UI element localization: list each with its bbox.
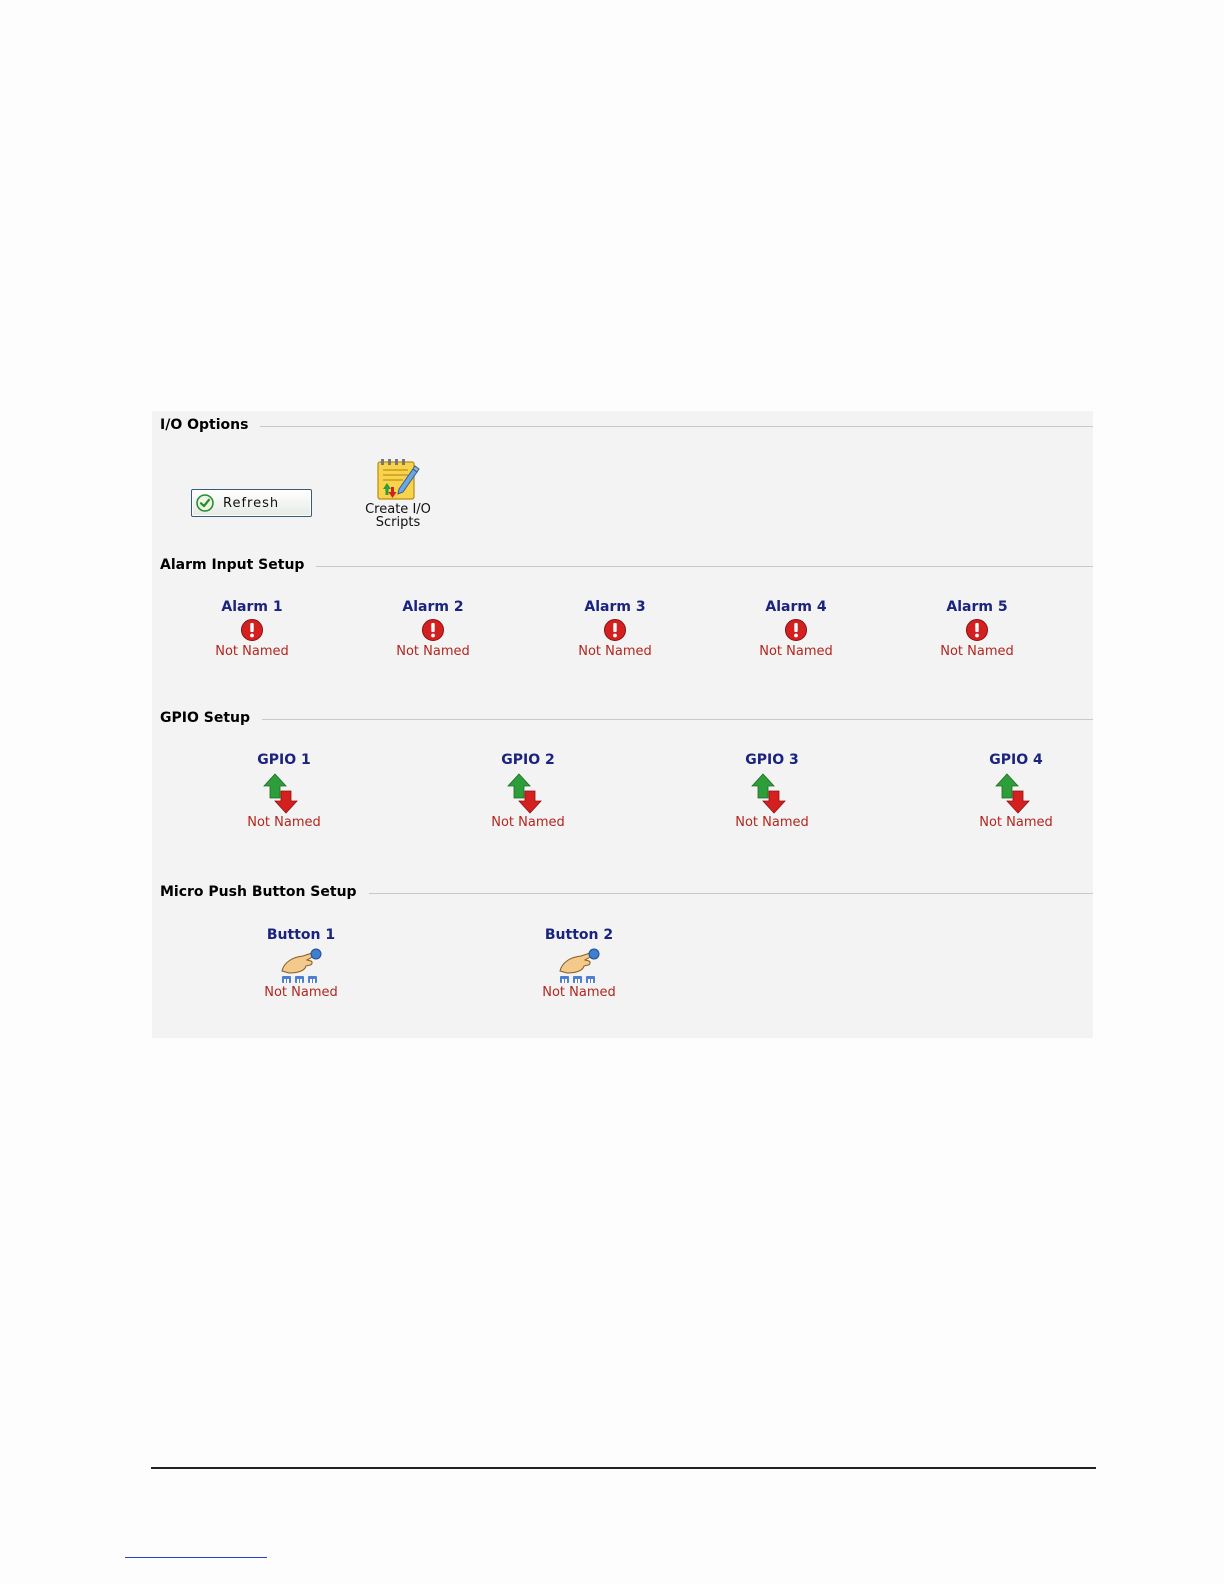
alarm-name: Alarm 5 [946,599,1008,615]
alarm-item-2[interactable]: Alarm 2 Not Named [378,599,488,659]
section-divider [160,719,1093,720]
check-circle-icon [196,494,214,512]
gpio-name: GPIO 1 [257,752,311,768]
alarm-item-3[interactable]: Alarm 3 Not Named [560,599,670,659]
alert-exclamation-icon [241,619,263,641]
push-button-name: Button 1 [266,927,336,943]
alarm-status: Not Named [759,644,833,659]
up-down-arrows-icon [995,773,1030,814]
section-title-push-button: Micro Push Button Setup [160,884,369,900]
push-button-status: Not Named [542,985,616,1000]
alarm-name: Alarm 4 [765,599,827,615]
up-down-arrows-icon [751,773,786,814]
alarm-name: Alarm 1 [221,599,283,615]
push-button-item-2[interactable]: Button 2 Not Named [524,927,634,1000]
alert-exclamation-icon [966,619,988,641]
gpio-name: GPIO 3 [745,752,799,768]
alarm-status: Not Named [578,644,652,659]
pointing-hand-icon [281,948,322,983]
alarm-status: Not Named [940,644,1014,659]
gpio-status: Not Named [735,815,809,830]
gpio-name: GPIO 4 [989,752,1043,768]
io-options-panel: I/O Options Refresh Create I/O Scripts A… [152,411,1093,1038]
gpio-status: Not Named [491,815,565,830]
alert-exclamation-icon [604,619,626,641]
create-io-scripts-label-line2: Scripts [375,515,421,530]
gpio-item-3[interactable]: GPIO 3 Not Named [717,752,827,830]
alarm-name: Alarm 2 [402,599,464,615]
section-title-alarm-input: Alarm Input Setup [160,557,317,573]
section-divider [160,426,1093,427]
refresh-button-label: Refresh [223,495,280,511]
section-title-gpio: GPIO Setup [160,710,262,726]
alarm-status: Not Named [215,644,289,659]
alert-exclamation-icon [422,619,444,641]
gpio-item-2[interactable]: GPIO 2 Not Named [473,752,583,830]
pointing-hand-icon [559,948,600,983]
alarm-item-4[interactable]: Alarm 4 Not Named [741,599,851,659]
gpio-status: Not Named [979,815,1053,830]
up-down-arrows-icon [507,773,542,814]
gpio-item-4[interactable]: GPIO 4 Not Named [961,752,1071,830]
alarm-item-1[interactable]: Alarm 1 Not Named [197,599,307,659]
refresh-button[interactable]: Refresh [191,489,312,517]
alarm-status: Not Named [396,644,470,659]
gpio-item-1[interactable]: GPIO 1 Not Named [229,752,339,830]
up-down-arrows-icon [263,773,298,814]
alert-exclamation-icon [785,619,807,641]
push-button-item-1[interactable]: Button 1 Not Named [246,927,356,1000]
create-io-scripts-button[interactable]: Create I/O Scripts [352,457,444,529]
gpio-status: Not Named [247,815,321,830]
page-footer-rule [151,1467,1096,1469]
gpio-name: GPIO 2 [501,752,555,768]
alarm-item-5[interactable]: Alarm 5 Not Named [922,599,1032,659]
push-button-name: Button 2 [544,927,614,943]
section-title-io-options: I/O Options [160,417,261,433]
alarm-name: Alarm 3 [584,599,646,615]
push-button-status: Not Named [264,985,338,1000]
footnote-link-underline [125,1557,267,1558]
script-notepad-icon [377,459,420,500]
